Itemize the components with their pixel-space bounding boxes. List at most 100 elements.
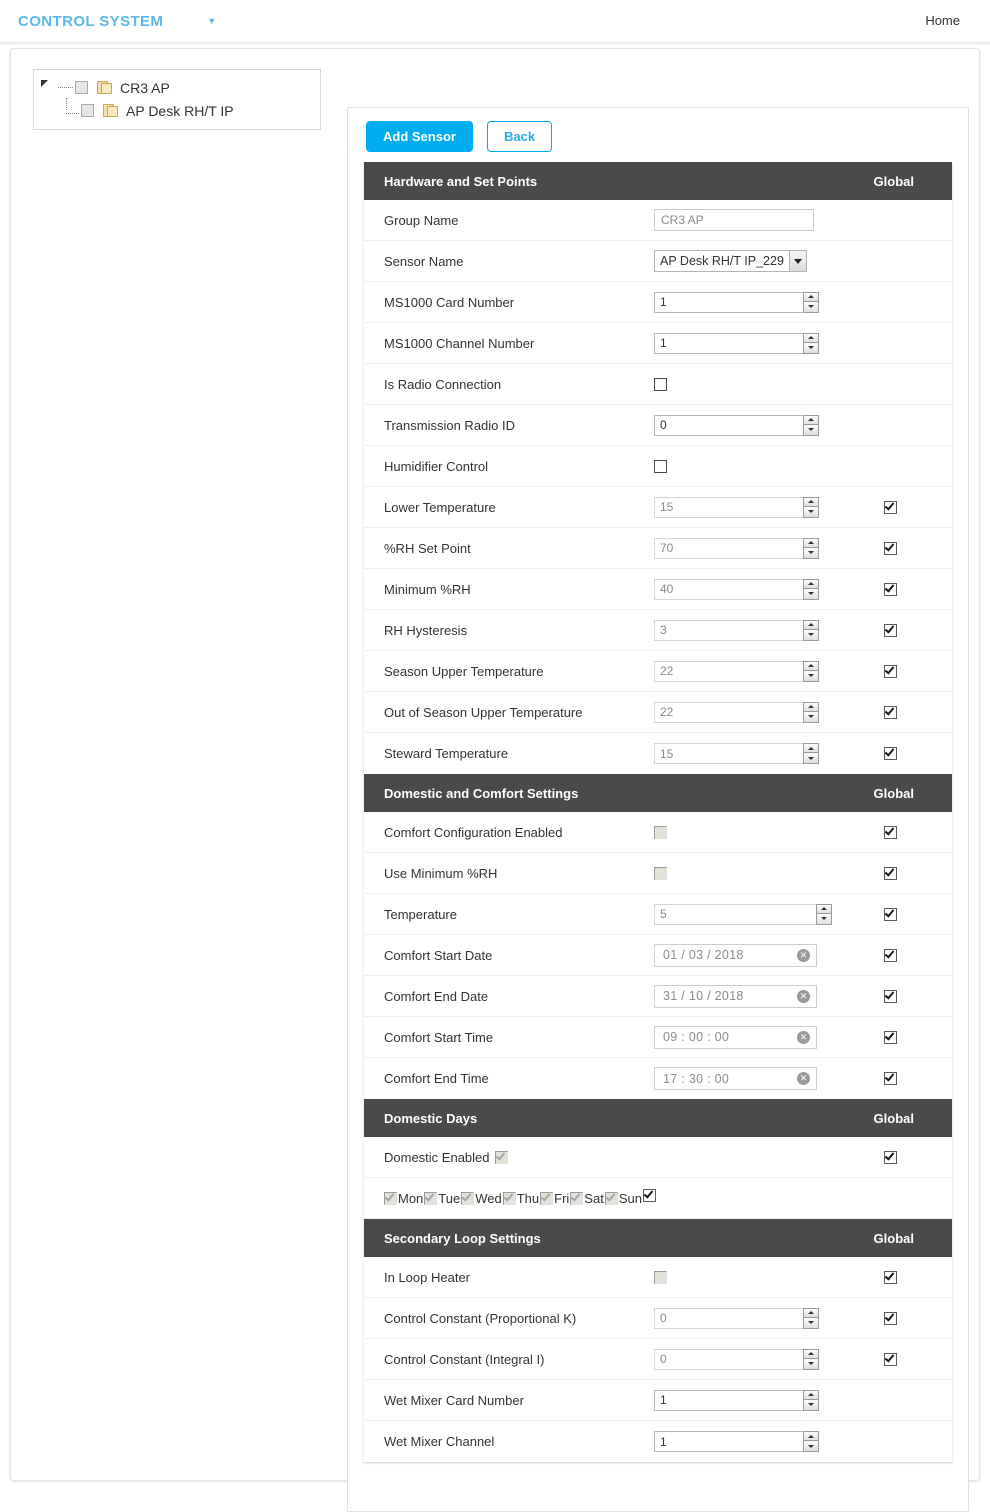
control-constant-proportional-k-input[interactable] [654,1307,804,1329]
clear-icon[interactable]: ✕ [797,1072,810,1085]
spinner-up-icon[interactable] [803,1307,819,1318]
clear-icon[interactable]: ✕ [797,948,810,962]
spinner-control[interactable] [803,701,819,723]
comfort-configuration-enabled-checkbox[interactable] [654,825,667,839]
spinner-up-icon[interactable] [803,701,819,712]
expand-triangle-icon[interactable] [40,79,57,96]
clear-icon[interactable]: ✕ [797,1030,810,1044]
spinner-control[interactable] [803,1307,819,1329]
spinner-down-icon[interactable] [803,1358,819,1370]
lower-temperature-input[interactable] [654,496,804,518]
checkbox[interactable] [604,1190,618,1205]
spinner-control[interactable] [803,537,819,559]
clear-icon[interactable]: ✕ [797,989,810,1003]
spinner-down-icon[interactable] [803,547,819,559]
checkbox[interactable] [461,1190,475,1205]
spinner-control[interactable] [803,619,819,641]
rh-hysteresis-input[interactable] [654,619,804,641]
in-loop-heater-checkbox[interactable] [654,1270,667,1284]
spinner-up-icon[interactable] [803,332,819,343]
spinner-down-icon[interactable] [803,588,819,600]
global-checkbox[interactable] [884,499,897,514]
spinner-control[interactable] [816,903,832,925]
spinner-control[interactable] [803,743,819,764]
global-checkbox[interactable] [884,824,897,839]
comfort-temperature-input[interactable] [654,903,817,925]
global-checkbox[interactable] [642,1188,656,1202]
spinner-control[interactable] [803,578,819,600]
spinner-control[interactable] [803,414,819,436]
spinner-control[interactable] [803,496,819,518]
add-sensor-button[interactable]: Add Sensor [366,121,473,152]
steward-temperature-input[interactable] [654,743,804,764]
spinner-up-icon[interactable] [803,1389,819,1400]
spinner-control[interactable] [803,1389,819,1411]
global-checkbox[interactable] [884,1071,897,1085]
spinner-control[interactable] [803,660,819,682]
day-checkbox-wed[interactable]: Wed [461,1191,502,1206]
domestic-enabled-checkbox[interactable] [494,1149,508,1164]
sensor-name-select[interactable]: AP Desk RH/T IP_229 [654,250,807,272]
spinner-control[interactable] [803,332,819,354]
transmission-radio-id-input[interactable] [654,414,804,436]
spinner-down-icon[interactable] [803,670,819,682]
comfort-end-time-picker[interactable]: 17 : 30 : 00 ✕ [654,1067,817,1090]
spinner-up-icon[interactable] [803,414,819,425]
use-minimum-rh-checkbox[interactable] [654,866,667,880]
comfort-start-time-picker[interactable]: 09 : 00 : 00 ✕ [654,1025,817,1049]
day-checkbox-sat[interactable]: Sat [570,1191,604,1206]
group-name-input[interactable] [654,209,814,231]
global-checkbox[interactable] [884,663,897,678]
global-checkbox[interactable] [884,540,897,555]
spinner-down-icon[interactable] [803,1399,819,1411]
humidifier-control-checkbox[interactable] [654,459,667,473]
spinner-up-icon[interactable] [803,1348,819,1359]
checkbox[interactable] [424,1190,438,1205]
checkbox[interactable] [570,1190,584,1205]
global-checkbox[interactable] [884,988,897,1003]
spinner-up-icon[interactable] [803,496,819,507]
spinner-control[interactable] [803,1348,819,1370]
spinner-down-icon[interactable] [803,342,819,354]
checkbox[interactable] [384,1190,397,1205]
nav-link-home[interactable]: Home [913,9,972,32]
control-constant-integral-i-input[interactable] [654,1348,804,1370]
spinner-up-icon[interactable] [803,291,819,302]
spinner-down-icon[interactable] [803,629,819,641]
global-checkbox[interactable] [884,906,897,921]
spinner-down-icon[interactable] [803,1441,819,1452]
global-checkbox[interactable] [884,1269,897,1284]
chevron-down-icon[interactable] [788,251,806,271]
minimum-rh-input[interactable] [654,578,804,600]
wet-mixer-channel-input[interactable] [654,1431,804,1452]
spinner-up-icon[interactable] [803,1431,819,1441]
tree-node-checkbox[interactable] [75,81,88,94]
spinner-down-icon[interactable] [803,753,819,764]
day-checkbox-mon[interactable]: Mon [384,1191,423,1206]
tree-node-ap-desk-rh-t-ip[interactable]: AP Desk RH/T IP [40,98,314,122]
out-of-season-upper-temperature-input[interactable] [654,701,804,723]
checkbox[interactable] [502,1190,516,1205]
global-checkbox[interactable] [884,865,897,880]
spinner-up-icon[interactable] [803,537,819,548]
ms1000-channel-number-input[interactable] [654,332,804,354]
global-checkbox[interactable] [884,581,897,596]
day-checkbox-fri[interactable]: Fri [540,1191,569,1206]
spinner-down-icon[interactable] [816,913,832,925]
checkbox[interactable] [540,1190,554,1205]
global-checkbox[interactable] [884,1351,897,1366]
tree-node-checkbox[interactable] [81,104,94,117]
day-checkbox-tue[interactable]: Tue [424,1191,460,1206]
spinner-down-icon[interactable] [803,1317,819,1329]
tree-node-cr3-ap[interactable]: CR3 AP [40,76,314,99]
wet-mixer-card-number-input[interactable] [654,1389,804,1411]
global-checkbox[interactable] [884,622,897,637]
global-checkbox[interactable] [884,1149,897,1164]
spinner-down-icon[interactable] [803,506,819,518]
ms1000-card-number-input[interactable] [654,291,804,313]
global-checkbox[interactable] [884,1310,897,1325]
global-checkbox[interactable] [884,947,897,962]
spinner-up-icon[interactable] [803,578,819,589]
spinner-up-icon[interactable] [803,619,819,630]
spinner-up-icon[interactable] [803,660,819,671]
